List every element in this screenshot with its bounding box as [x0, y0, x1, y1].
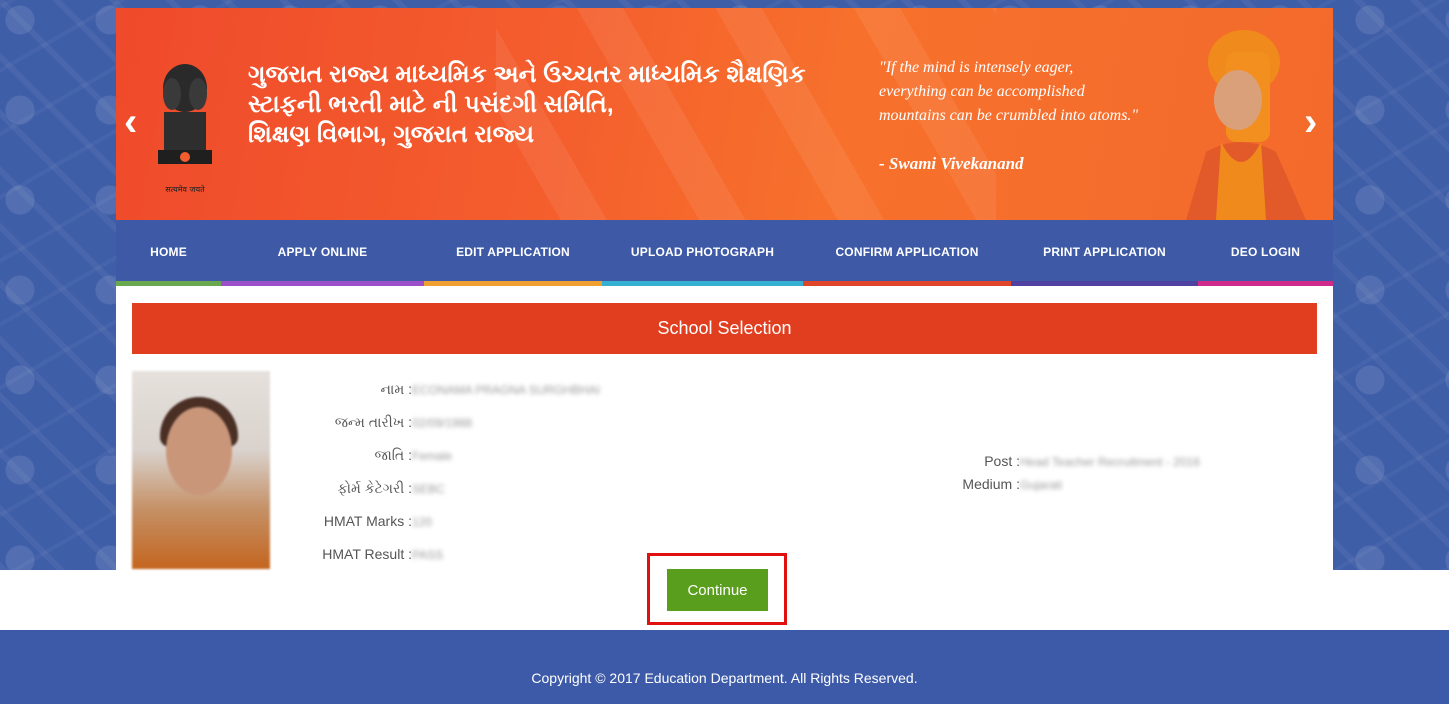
nav-apply-online-underline [221, 281, 424, 286]
header-banner: ‹ सत्यमेव जयते ગુજરાત રાજ્ય માધ્યમિક અને… [116, 8, 1333, 220]
hmat-result-value: PASS [412, 548, 444, 562]
applicant-photo [132, 371, 270, 569]
nav-confirm-application-label: CONFIRM APPLICATION [835, 245, 979, 259]
banner-prev-arrow[interactable]: ‹ [124, 102, 137, 142]
nav-confirm-application-underline [803, 281, 1011, 286]
nav-home-underline [116, 281, 221, 286]
nav-upload-photograph-underline [602, 281, 803, 286]
nav-home[interactable]: HOME [116, 220, 221, 286]
medium-label: Medium : [962, 476, 1020, 492]
continue-highlight-annotation [647, 553, 787, 625]
hmat-marks-value: 120 [412, 515, 433, 529]
nav-apply-online[interactable]: APPLY ONLINE [221, 220, 424, 286]
nav-edit-application[interactable]: EDIT APPLICATION [424, 220, 602, 286]
quote-author: - Swami Vivekanand [879, 154, 1024, 173]
org-title-line3: શિક્ષણ વિભાગ, ગુજરાત રાજ્ય [248, 121, 534, 148]
banner-next-arrow[interactable]: › [1304, 102, 1317, 142]
birthdate-value: 02/09/1988 [412, 416, 473, 430]
copyright-text: Copyright © 2017 Education Department. A… [531, 670, 918, 686]
nav-print-application-label: PRINT APPLICATION [1043, 245, 1166, 259]
medium-value: Gujarati [1020, 478, 1063, 492]
state-emblem-logo: सत्यमेव जयते [158, 64, 212, 194]
nav-upload-photograph[interactable]: UPLOAD PHOTOGRAPH [602, 220, 803, 286]
main-navigation: HOME APPLY ONLINE EDIT APPLICATION UPLOA… [116, 220, 1333, 286]
nav-print-application[interactable]: PRINT APPLICATION [1011, 220, 1198, 286]
emblem-motto: सत्यमेव जयते [165, 184, 205, 194]
hmat-marks-label: HMAT Marks : [323, 513, 412, 529]
nav-print-application-underline [1011, 281, 1198, 286]
name-label: નામ : [380, 381, 412, 397]
swami-vivekanand-portrait [1186, 30, 1306, 220]
gender-label: જાતિ : [374, 447, 412, 463]
hmat-result-label: HMAT Result : [322, 546, 412, 562]
nav-deo-login[interactable]: DEO LOGIN [1198, 220, 1333, 286]
nav-deo-login-underline [1198, 281, 1333, 286]
main-container: ‹ सत्यमेव जयते ગુજરાત રાજ્ય માધ્યમિક અને… [116, 8, 1333, 625]
quote-text: "If the mind is intensely eager, everyth… [879, 56, 1138, 128]
nav-edit-application-label: EDIT APPLICATION [456, 245, 570, 259]
form-category-label: ફોર્મ કેટેગરી : [337, 480, 412, 496]
page-footer: Copyright © 2017 Education Department. A… [0, 630, 1449, 704]
nav-deo-login-label: DEO LOGIN [1230, 245, 1301, 259]
quote-line2: everything can be accomplished [879, 83, 1085, 100]
birthdate-label: જન્મ તારીખ : [334, 414, 412, 430]
quote-line1: "If the mind is intensely eager, [879, 59, 1074, 76]
post-value: Head Teacher Recruitment - 2016 [1020, 455, 1200, 469]
organization-title: ગુજરાત રાજ્ય માધ્યમિક અને ઉચ્ચતર માધ્યમિ… [248, 60, 806, 150]
nav-confirm-application[interactable]: CONFIRM APPLICATION [803, 220, 1011, 286]
quote-line3: mountains can be crumbled into atoms." [879, 107, 1139, 124]
nav-home-label: HOME [150, 245, 187, 259]
post-label: Post : [984, 453, 1020, 469]
gender-value: Female [412, 449, 453, 463]
nav-upload-photograph-label: UPLOAD PHOTOGRAPH [630, 245, 775, 259]
photo-face-shape [166, 407, 232, 495]
org-title-line2: સ્ટાફની ભરતી માટે ની પસંદગી સમિતિ, [248, 91, 614, 118]
nav-edit-application-underline [424, 281, 602, 286]
form-category-value: SEBC [412, 482, 445, 496]
section-title: School Selection [132, 303, 1317, 354]
nav-apply-online-label: APPLY ONLINE [277, 245, 368, 259]
name-value: ECONAMA PRAGNA SURGHBHAI [412, 383, 601, 397]
org-title-line1: ગુજરાત રાજ્ય માધ્યમિક અને ઉચ્ચતર માધ્યમિ… [248, 61, 806, 88]
